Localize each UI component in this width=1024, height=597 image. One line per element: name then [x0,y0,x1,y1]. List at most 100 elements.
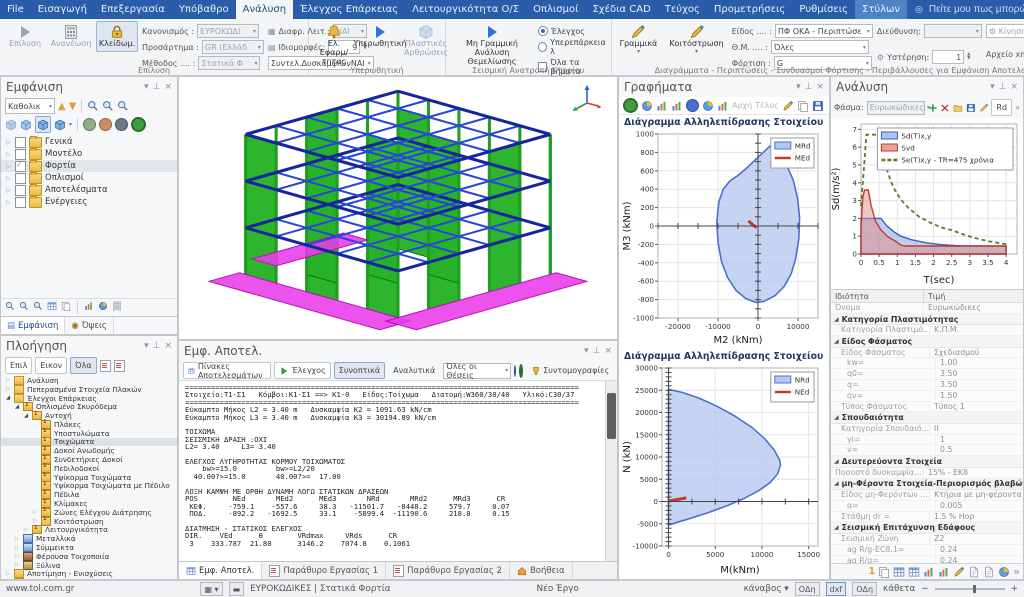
shaded-cube-button[interactable] [35,116,51,133]
pushover-button[interactable]: Υπερωθητική [359,21,401,52]
checkbox[interactable] [15,161,26,172]
document-icon[interactable] [983,566,995,578]
axes-icon[interactable] [84,301,94,311]
prop-row[interactable]: Σεισμική ΖώνηΖ2 [831,534,1023,545]
panel-menu-icon[interactable]: ▾ [144,341,149,351]
tab-prometriseis[interactable]: Προμετρήσεις [707,0,792,19]
blue-marker-icon[interactable] [514,365,516,377]
toggle-odi-2[interactable]: ΟΔη [852,582,877,596]
number-one-icon[interactable]: 1 [868,566,875,577]
el-efarm-button[interactable]: Ελ. Εφαρμ/τητας [313,21,355,69]
tab-stylon[interactable]: Στύλων [855,0,907,19]
prop-row[interactable]: q0=3.50 [831,369,1023,380]
rd-button[interactable]: Rd [991,99,1012,116]
table-import-icon[interactable] [908,566,920,578]
overflow-icon[interactable]: » [1013,565,1020,578]
close-icon[interactable]: × [1010,82,1018,92]
panel-menu-icon[interactable]: ▾ [144,82,149,92]
toggle-odi-1[interactable]: ΟΔη [795,582,820,596]
image-icon[interactable] [968,566,980,578]
zoom-out-control[interactable]: − [921,584,928,594]
zoom-select-icon[interactable] [87,100,99,112]
prop-group[interactable]: ◢Σεισμική Επιτάχυνση Εδάφους [831,522,1023,534]
kanavos-dropdown[interactable]: κάναβος ▾ [744,584,789,594]
vertical-scrollbar[interactable] [605,381,617,561]
detailed-button[interactable]: Αναλυτικά [388,362,440,379]
nav-item-plakes[interactable]: Πλάκες [1,420,177,429]
zoom-extents-icon[interactable] [102,100,114,112]
nonlinear-foundation-button[interactable]: Μη Γραμμική Ανάλυση Θεμελίωσης [450,21,534,69]
tab-analysi[interactable]: Ανάλυση [236,0,293,19]
dieuthinsi-select[interactable]: ▾ [924,24,982,38]
koitostrosi-button[interactable]: Κοιτόστρωση▾ [665,21,727,58]
green-marker-icon[interactable] [519,364,523,378]
tab-emfanisi[interactable]: ▤Εμφάνιση [1,317,65,334]
nav-item-ypsikorma[interactable]: Υψίκορμα Τοιχώματα [1,473,177,482]
plastic-hinges-button[interactable]: Πλαστικές Αρθρώσεις [405,21,447,61]
nav-item-symmeikta[interactable]: ▷Σύμμεικτα [1,543,177,552]
nav-item-metallika[interactable]: ▷Μεταλλικά [1,534,177,543]
arxi-button[interactable]: Αρχή [732,101,752,110]
axial-chart-icon[interactable] [671,100,683,112]
nav-item-peperasmena[interactable]: ▷Πεπερασμένα Στοιχεία Πλακών [1,385,177,394]
nav-item-dokoi-anodomis[interactable]: Δοκοί Ανωδομής [1,446,177,455]
checkbox[interactable] [15,197,26,208]
prop-row[interactable]: Είδος ΦάσματοςΣχεδιασμού [831,348,1023,359]
close-icon[interactable]: × [816,82,824,92]
nav-item-syndetiries[interactable]: Συνδετήριες Δοκοί [1,455,177,464]
positions-select[interactable]: Όλες οι Θέσεις▾ [443,363,511,379]
nav-item-koitostrosi[interactable]: ▷Κοιτόστρωση [1,517,177,526]
wireframe-cube-icon[interactable] [5,119,17,131]
prosartima-select[interactable]: GR (Ελλάδ▾ [202,40,264,54]
tree-item-genika[interactable]: ▷Γενικά [1,136,177,148]
render-cube-icon[interactable] [54,119,66,131]
tree-item-apotelesmata[interactable]: ▷Αποτελέσματα [1,184,177,196]
eidos-select[interactable]: ΠΦ ΟΚΑ - Περιπτώσε▾ [775,24,873,38]
report-page-1-icon[interactable] [100,360,111,372]
checkbox[interactable] [15,173,26,184]
radio-elegxos[interactable]: Έλεγχος [538,26,607,36]
status-url[interactable]: www.tol.com.gr [6,584,74,594]
view-mode-1-icon[interactable] [83,118,96,131]
delete-icon[interactable] [940,102,950,114]
prop-row[interactable]: Είδος μη-Φερόντων ...Κτήρια με μη-φέροντ… [831,490,1023,501]
zoom-in-control[interactable]: + [1011,584,1018,594]
moment-chart-icon[interactable] [641,100,653,112]
edit-icon[interactable] [979,102,989,114]
mn-chart-icon[interactable] [686,99,699,112]
kinisi-input[interactable]: ⚙ Κίνηση [986,24,1024,38]
tab-eisagogi[interactable]: Εισαγωγή [31,0,94,19]
chart-line-icon[interactable] [923,566,935,578]
prop-row[interactable]: Ποσοστό δυσκαμψία...15% - ΕΚ8 [831,468,1023,479]
result-tables-button[interactable]: Πίνακες Αποτελεσμάτων [183,362,271,379]
grid-col-value[interactable]: Τιμή [924,290,949,302]
nav-item-zones-diatrisis[interactable]: ▷Ζώνες Ελέγχου Διάτρησης [1,508,177,517]
tree-item-energeies[interactable]: ▷Ενέργειες [1,196,177,208]
prop-row[interactable]: Κατηγορία Πλαστιμό...Κ.Π.Μ. [831,325,1023,336]
flag-icon[interactable]: ▬ [229,582,245,596]
select-icon[interactable] [5,301,15,311]
grammika-button[interactable]: Γραμμικά▾ [616,21,662,58]
grid-col-property[interactable]: Ιδιότητα [831,290,924,302]
kanonismos-select[interactable]: ΕΥΡΟΚΩΔΙ▾ [197,24,259,38]
thm-select[interactable]: Όλες▾ [771,40,869,54]
save-icon[interactable] [966,102,976,114]
open-folder-icon[interactable] [953,102,963,114]
panel-menu-icon[interactable]: ▾ [796,82,801,92]
nav-item-ypostylomata[interactable]: Υποστυλώματα [1,429,177,438]
brush-icon[interactable] [953,566,965,578]
tab-output[interactable]: Εμφ. Αποτελ. [179,562,262,579]
close-icon[interactable]: × [604,346,612,356]
nav-item-xylina[interactable]: ▷Ξύλινα [1,561,177,570]
view-mode-2-icon[interactable] [99,118,112,131]
tab-file[interactable]: File [0,0,31,19]
tab-leitourgikotita[interactable]: Λειτουργικότητα Ο/Σ [405,0,526,19]
nav-item-toixomata[interactable]: Τοιχώματα [1,438,177,447]
spectrum-select[interactable]: Ευρωκώδικες▾ [867,101,925,115]
ysterisi-spinner[interactable]: 1 [932,50,964,64]
prop-row[interactable]: γI=1 [831,435,1023,446]
checkbox[interactable] [15,137,26,148]
tab-elegxos-eparkeias[interactable]: Έλεγχος Επάρκειας [293,0,405,19]
lock-button[interactable]: Κλείδωμ. [96,21,138,52]
copy-chart-icon[interactable] [797,100,809,112]
